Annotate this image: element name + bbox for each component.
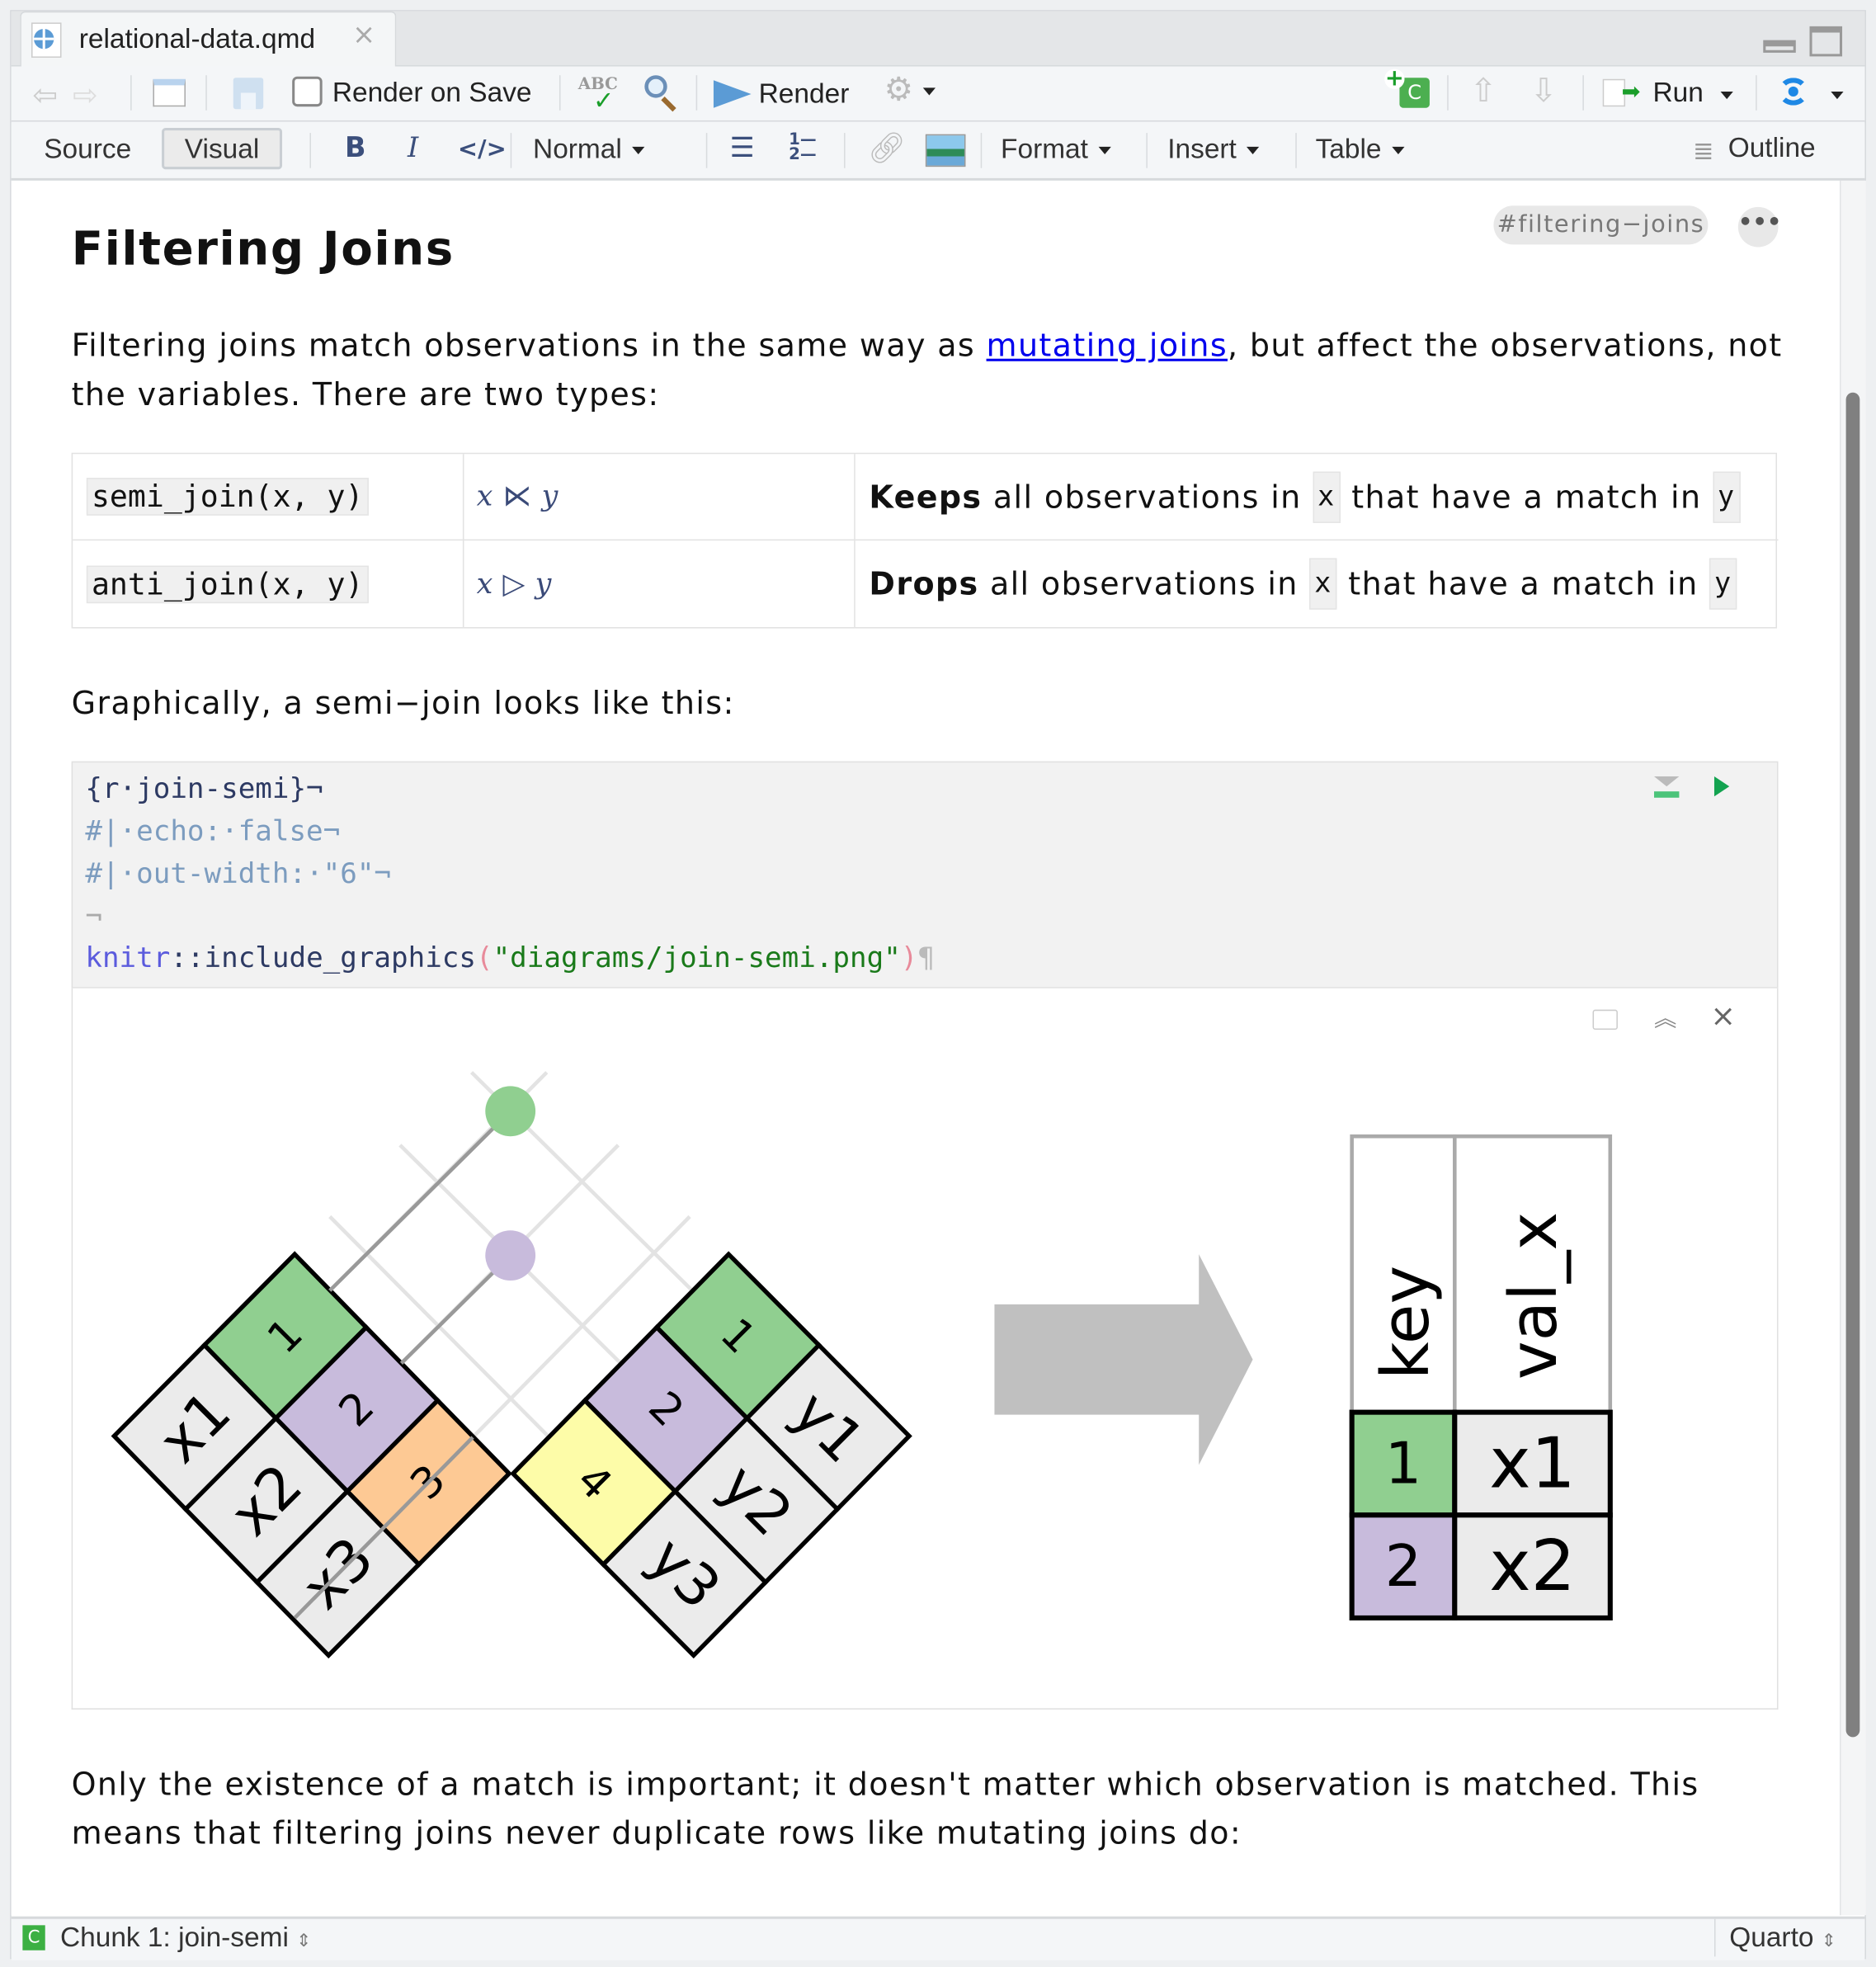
result-header-val: val_x [1496, 1212, 1572, 1380]
match-dot-1 [485, 1086, 536, 1137]
paragraph-existence: Only the existence of a match is importa… [71, 1766, 1699, 1851]
file-type-selector[interactable]: Quarto ⇕ [1729, 1922, 1836, 1955]
match-line [328, 1110, 512, 1292]
match-dot-2 [485, 1230, 536, 1281]
divider [1713, 1918, 1716, 1957]
chunk-name: Chunk 1: join-semi [59, 1921, 289, 1953]
chunk-icon: C [22, 1925, 45, 1950]
semi-join-diagram: 1x12x23x31y12y24y3keyval_x1x12x2 [111, 1071, 1613, 1659]
updown-icon: ⇕ [1821, 1930, 1836, 1950]
chunk-navigator[interactable]: Chunk 1: join-semi ⇕ [60, 1922, 311, 1955]
result-key-label: 1 [1385, 1430, 1421, 1497]
result-value-label: x1 [1489, 1422, 1576, 1504]
arrow [994, 1254, 1253, 1465]
result-value-label: x2 [1489, 1526, 1576, 1607]
file-type: Quarto [1729, 1921, 1814, 1953]
updown-icon: ⇕ [296, 1930, 312, 1950]
result-header-key: key [1368, 1266, 1444, 1380]
chunk-output: ︽ × 1x12x23x31y12y24y3keyval_x1x12x2 [71, 988, 1779, 1710]
result-key-label: 2 [1385, 1533, 1421, 1600]
